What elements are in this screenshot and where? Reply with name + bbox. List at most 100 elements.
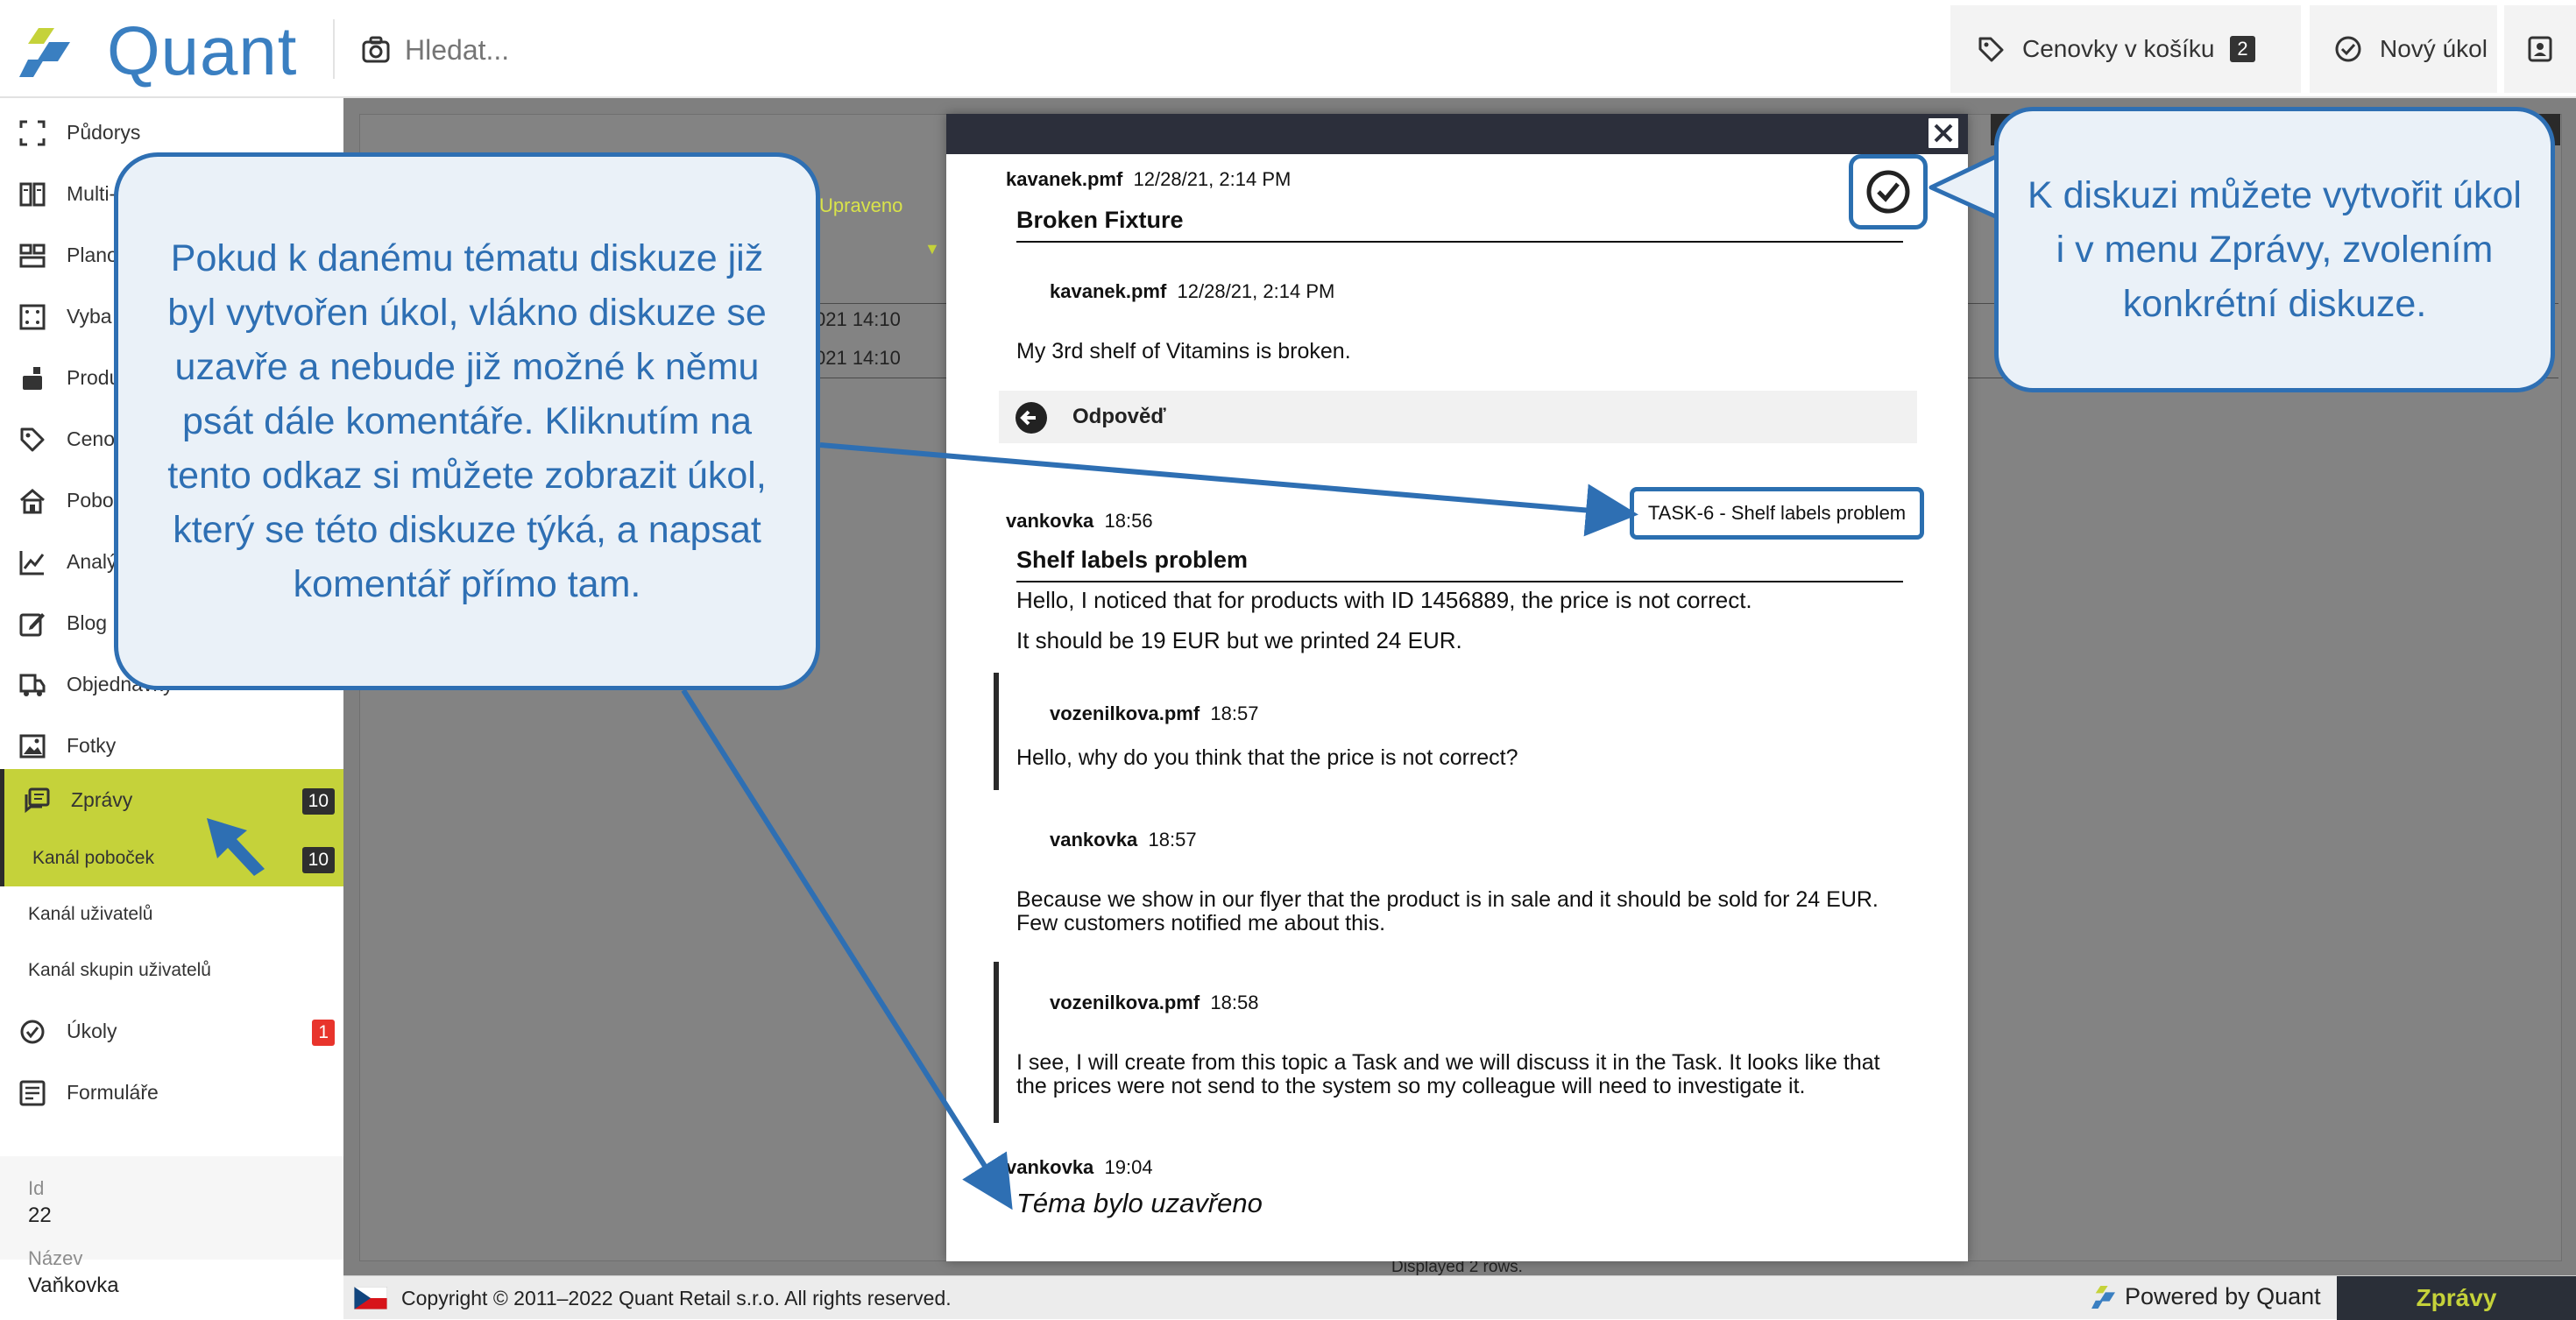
tasks-icon [19,1019,46,1045]
topic-header: vankovka 18:56 [1006,510,1153,533]
floorplan-icon [19,120,46,146]
close-icon [1932,122,1955,145]
branch-channel-count-badge: 10 [301,847,335,873]
sidebar-item-forms[interactable]: Formuláře [0,1062,343,1123]
topic-header: kavanek.pmf 12/28/21, 2:14 PM [1006,168,1291,191]
quote-bar [994,962,999,1123]
topic-subject: Shelf labels problem [1016,547,1903,582]
topic-body-line: It should be 19 EUR but we printed 24 EU… [1016,627,1462,653]
app-footer: Copyright © 2011–2022 Quant Retail s.r.o… [343,1275,2576,1320]
close-button[interactable] [1926,116,1961,151]
field-value: 22 [28,1204,52,1227]
callout-closed-thread: Pokud k danému tématu diskuze již byl vy… [114,152,820,690]
products-icon [19,365,46,392]
author: kavanek.pmf [1006,168,1123,190]
timestamp: 18:58 [1210,992,1259,1013]
sidebar-subitem-user-group-channel[interactable]: Kanál skupin uživatelů [0,942,343,999]
sidebar-item-label: Blog [67,611,108,634]
sidebar-subitem-label: Kanál skupin uživatelů [28,960,211,980]
field-label: Název [28,1247,83,1269]
quote-bar [994,673,999,790]
tag-icon [1977,35,2005,63]
sidebar-item-label: Formuláře [67,1080,159,1104]
reply-header: vozenilkova.pmf 18:58 [1050,992,1258,1014]
analytics-icon [19,549,46,575]
field-value: Vaňkovka [28,1274,119,1297]
field-label: Id [28,1177,45,1199]
reply-body: Hello, why do you think that the price i… [1016,745,1518,770]
callout-create-task: K diskuzi můžete vytvořit úkol i v menu … [1994,107,2555,392]
sidebar-item-label: Zprávy [71,787,133,811]
check-circle-icon [2334,35,2362,63]
sort-triangle[interactable]: ▼ [924,240,940,258]
sidebar-item-label: Fotky [67,733,117,757]
logo[interactable]: Quant [19,16,296,86]
cart-labels-button[interactable]: Cenovky v košíku 2 [1950,5,2301,93]
planogram-icon [19,243,46,269]
reply-header: vankovka 18:57 [1050,829,1197,851]
forms-icon [19,1080,46,1106]
reply-label: Odpověď [1072,405,1166,428]
dialog-titlebar [946,114,1968,154]
pricetag-icon [19,427,46,453]
sidebar-subitem-branch-channel[interactable]: Kanál poboček 10 [0,830,343,886]
reply-body: I see, I will create from this topic a T… [1016,1050,1880,1098]
topic-body-line: Hello, I noticed that for products with … [1016,587,1752,613]
sidebar-item-label: Pobo [67,488,114,512]
reply-body: Because we show in our flyer that the pr… [1016,887,1879,935]
discussion-dialog: kavanek.pmf 12/28/21, 2:14 PM Broken Fix… [946,114,1968,1261]
profile-button[interactable] [2504,5,2576,93]
multiview-icon [19,181,46,208]
logo-icon [19,28,72,77]
author: vankovka [1050,829,1138,851]
sidebar-separator [0,1156,343,1260]
tasks-count-badge: 1 [312,1020,335,1046]
reply-header: vozenilkova.pmf 18:57 [1050,702,1258,725]
column-header-updated[interactable]: Upraveno [819,194,902,217]
equipment-icon [19,304,46,330]
cart-count-badge: 2 [2230,36,2255,62]
timestamp: 12/28/21, 2:14 PM [1133,168,1292,190]
photos-icon [19,733,46,759]
logo-text: Quant [107,12,298,89]
current-section-label: Zprávy [2337,1276,2576,1320]
header-divider [333,19,335,79]
back-arrow-icon [1015,401,1048,434]
messages-count-badge: 10 [301,788,335,815]
topic-closed-text: Téma bylo uzavřeno [1016,1188,1263,1218]
author: vankovka [1006,510,1094,532]
branch-id-field: Id 22 [28,1177,52,1228]
timestamp: 12/28/21, 2:14 PM [1177,280,1335,302]
flag-cz-icon[interactable] [354,1287,387,1309]
closing-header: vankovka 19:04 [1006,1156,1153,1179]
sidebar-subitem-label: Kanál poboček [32,848,154,868]
powered-by: Powered by Quant [2091,1283,2321,1310]
new-task-label: Nový úkol [2380,35,2488,62]
task-link[interactable]: TASK-6 - Shelf labels problem [1630,487,1924,540]
search-input[interactable] [403,28,929,72]
sidebar-item-tasks[interactable]: Úkoly 1 [0,1000,343,1062]
table-cell: 021 14:10 [815,308,901,330]
new-task-button[interactable]: Nový úkol [2310,5,2497,93]
orders-icon [19,672,46,698]
topic-subject: Broken Fixture [1016,207,1903,243]
sidebar-subitem-user-channel[interactable]: Kanál uživatelů [0,886,343,942]
sidebar-item-label: Produ [67,365,121,389]
author: vozenilkova.pmf [1050,702,1200,724]
search-bar[interactable] [361,28,974,72]
timestamp: 18:57 [1210,702,1259,724]
powered-by-label: Powered by Quant [2125,1283,2321,1309]
sidebar-item-label: Vyba [67,304,112,328]
reply-button[interactable]: Odpověď [999,391,1917,443]
reply-header: kavanek.pmf 12/28/21, 2:14 PM [1050,280,1334,303]
sidebar-item-label: Analý [67,549,117,573]
cart-labels-label: Cenovky v košíku [2022,35,2215,62]
author: vozenilkova.pmf [1050,992,1200,1013]
camera-icon[interactable] [361,35,391,65]
branch-name-field: Název Vaňkovka [28,1247,119,1298]
branch-icon [19,488,46,514]
reply-body: My 3rd shelf of Vitamins is broken. [1016,339,1351,364]
sidebar-item-messages[interactable]: Zprávy 10 [0,769,343,830]
sidebar-item-photos[interactable]: Fotky [0,715,343,776]
logo-icon [2091,1285,2116,1309]
